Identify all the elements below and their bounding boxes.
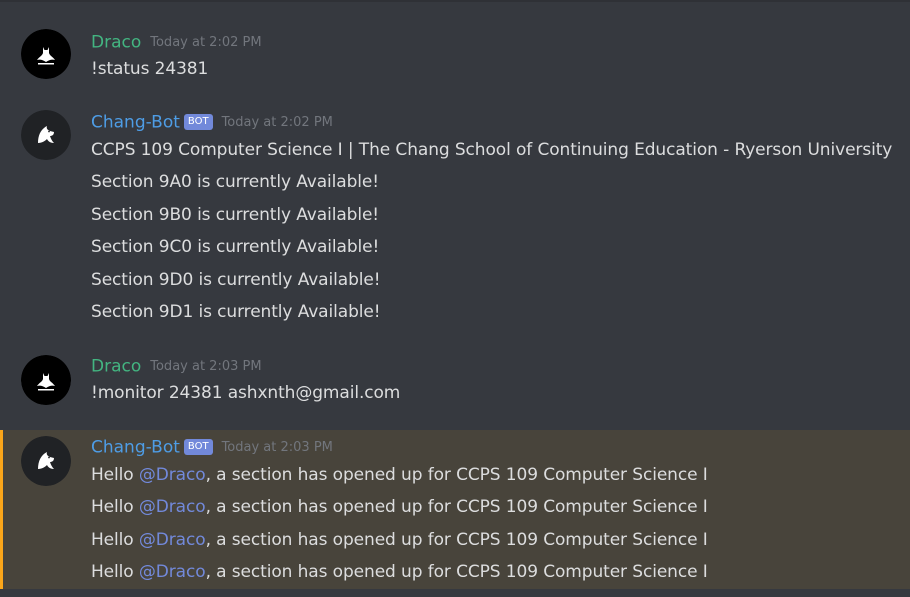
message-group: Draco Today at 2:03 PM !monitor 24381 ash… bbox=[0, 337, 910, 430]
message-text: Hello @Draco, a section has opened up fo… bbox=[91, 464, 708, 486]
text-suffix: , a section has opened up for CCPS 109 C… bbox=[205, 465, 708, 485]
text-prefix: Hello bbox=[91, 562, 139, 582]
message-header: Chang-Bot BOT Today at 2:03 PM bbox=[91, 436, 333, 459]
text-prefix: Hello bbox=[91, 497, 139, 517]
message-text: Hello @Draco, a section has opened up fo… bbox=[91, 529, 708, 551]
chat-messages-pane: Draco Today at 2:02 PM !status 24381 Chan… bbox=[0, 0, 910, 597]
batman-icon bbox=[21, 355, 71, 405]
avatar[interactable] bbox=[21, 436, 71, 486]
message-text: !monitor 24381 ashxnth@gmail.com bbox=[91, 383, 401, 403]
mention-message-group: Chang-Bot BOT Today at 2:03 PM Hello @Drac… bbox=[0, 430, 910, 589]
message-text: Section 9D0 is currently Available! bbox=[91, 270, 381, 290]
bot-wolf-icon bbox=[21, 110, 71, 160]
bot-tag: BOT bbox=[183, 113, 213, 130]
message-header: Draco Today at 2:02 PM bbox=[91, 31, 262, 54]
username[interactable]: Draco bbox=[91, 33, 141, 53]
timestamp: Today at 2:03 PM bbox=[150, 358, 262, 374]
timestamp: Today at 2:02 PM bbox=[150, 34, 262, 50]
timestamp: Today at 2:03 PM bbox=[221, 439, 333, 455]
avatar[interactable] bbox=[21, 355, 71, 405]
user-mention[interactable]: @Draco bbox=[139, 562, 206, 582]
message-text: Section 9D1 is currently Available! bbox=[91, 302, 381, 322]
text-prefix: Hello bbox=[91, 465, 139, 485]
bot-tag: BOT bbox=[183, 438, 213, 455]
message-group: Draco Today at 2:02 PM !status 24381 bbox=[0, 2, 910, 92]
message-text: Hello @Draco, a section has opened up fo… bbox=[91, 496, 708, 518]
message-text: Section 9A0 is currently Available! bbox=[91, 172, 379, 192]
text-prefix: Hello bbox=[91, 530, 139, 550]
username[interactable]: Chang-Bot bbox=[91, 438, 180, 458]
batman-icon bbox=[21, 29, 71, 79]
message-text: !status 24381 bbox=[91, 59, 209, 79]
message-header: Chang-Bot BOT Today at 2:02 PM bbox=[91, 111, 333, 134]
message-text: Hello @Draco, a section has opened up fo… bbox=[91, 561, 708, 583]
message-group: Chang-Bot BOT Today at 2:02 PM CCPS 109 Co… bbox=[0, 92, 910, 337]
avatar[interactable] bbox=[21, 110, 71, 160]
username[interactable]: Draco bbox=[91, 357, 141, 377]
text-suffix: , a section has opened up for CCPS 109 C… bbox=[205, 562, 708, 582]
message-text: Section 9B0 is currently Available! bbox=[91, 205, 380, 225]
username[interactable]: Chang-Bot bbox=[91, 113, 180, 133]
user-mention[interactable]: @Draco bbox=[139, 497, 206, 517]
message-text: CCPS 109 Computer Science I | The Chang … bbox=[91, 140, 893, 160]
timestamp: Today at 2:02 PM bbox=[221, 114, 333, 130]
message-header: Draco Today at 2:03 PM bbox=[91, 355, 262, 378]
text-suffix: , a section has opened up for CCPS 109 C… bbox=[205, 497, 708, 517]
avatar[interactable] bbox=[21, 29, 71, 79]
text-suffix: , a section has opened up for CCPS 109 C… bbox=[205, 530, 708, 550]
message-text: Section 9C0 is currently Available! bbox=[91, 237, 380, 257]
bot-wolf-icon bbox=[21, 436, 71, 486]
user-mention[interactable]: @Draco bbox=[139, 530, 206, 550]
user-mention[interactable]: @Draco bbox=[139, 465, 206, 485]
